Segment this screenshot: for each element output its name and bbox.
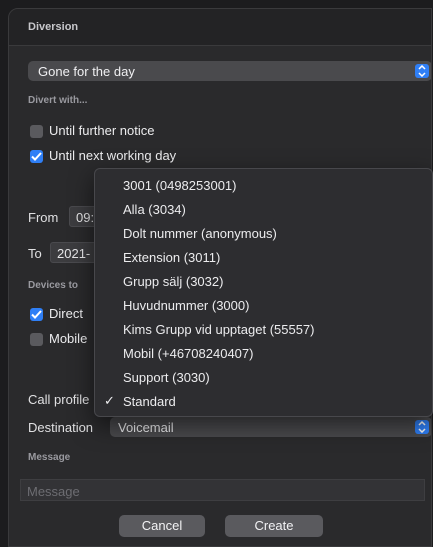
call-profile-dropdown-menu: 3001 (0498253001) Alla (3034) Dolt numme… <box>94 168 433 417</box>
devices-label: Devices to <box>28 280 79 291</box>
message-input[interactable]: Message <box>20 479 425 501</box>
chevron-updown-icon <box>415 420 429 434</box>
dropdown-item[interactable]: Kims Grupp vid upptaget (55557) <box>95 319 432 341</box>
until-next-working-day-label: Until next working day <box>49 148 177 163</box>
dropdown-item[interactable]: 3001 (0498253001) <box>95 175 432 197</box>
until-further-notice-checkbox[interactable] <box>30 125 43 138</box>
dropdown-item[interactable]: Alla (3034) <box>95 199 432 221</box>
diversion-type-select[interactable]: Gone for the day <box>28 61 431 81</box>
divert-with-label: Divert with... <box>28 95 88 106</box>
destination-select[interactable]: Voicemail <box>110 417 431 437</box>
until-next-working-day-checkbox[interactable] <box>30 150 43 163</box>
dialog-title: Diversion <box>28 21 79 33</box>
to-label: To <box>28 246 42 261</box>
dropdown-item[interactable]: Extension (3011) <box>95 247 432 269</box>
call-profile-label: Call profile <box>28 392 90 407</box>
from-date-value: 09: <box>76 210 95 225</box>
until-further-notice-label: Until further notice <box>49 123 155 138</box>
create-button[interactable]: Create <box>225 515 323 537</box>
direct-checkbox[interactable] <box>30 308 43 321</box>
to-date-value: 2021- <box>57 246 91 261</box>
mobile-checkbox[interactable] <box>30 333 43 346</box>
dialog-header: Diversion <box>9 9 431 46</box>
chevron-updown-icon <box>415 64 429 78</box>
dropdown-item[interactable]: Mobil (+46708240407) <box>95 343 432 365</box>
direct-label: Direct <box>49 306 83 321</box>
dropdown-item-selected[interactable]: ✓ Standard <box>95 391 432 413</box>
dropdown-item[interactable]: Dolt nummer (anonymous) <box>95 223 432 245</box>
message-label: Message <box>28 452 71 463</box>
cancel-button[interactable]: Cancel <box>119 515 205 537</box>
dropdown-item[interactable]: Grupp sälj (3032) <box>95 271 432 293</box>
destination-value: Voicemail <box>118 420 174 435</box>
diversion-type-value: Gone for the day <box>38 64 135 79</box>
from-label: From <box>28 210 59 225</box>
mobile-label: Mobile <box>49 331 88 346</box>
message-placeholder: Message <box>27 484 80 499</box>
dropdown-item[interactable]: Support (3030) <box>95 367 432 389</box>
checkmark-icon: ✓ <box>104 393 115 408</box>
dropdown-item[interactable]: Huvudnummer (3000) <box>95 295 432 317</box>
destination-label: Destination <box>28 420 94 435</box>
